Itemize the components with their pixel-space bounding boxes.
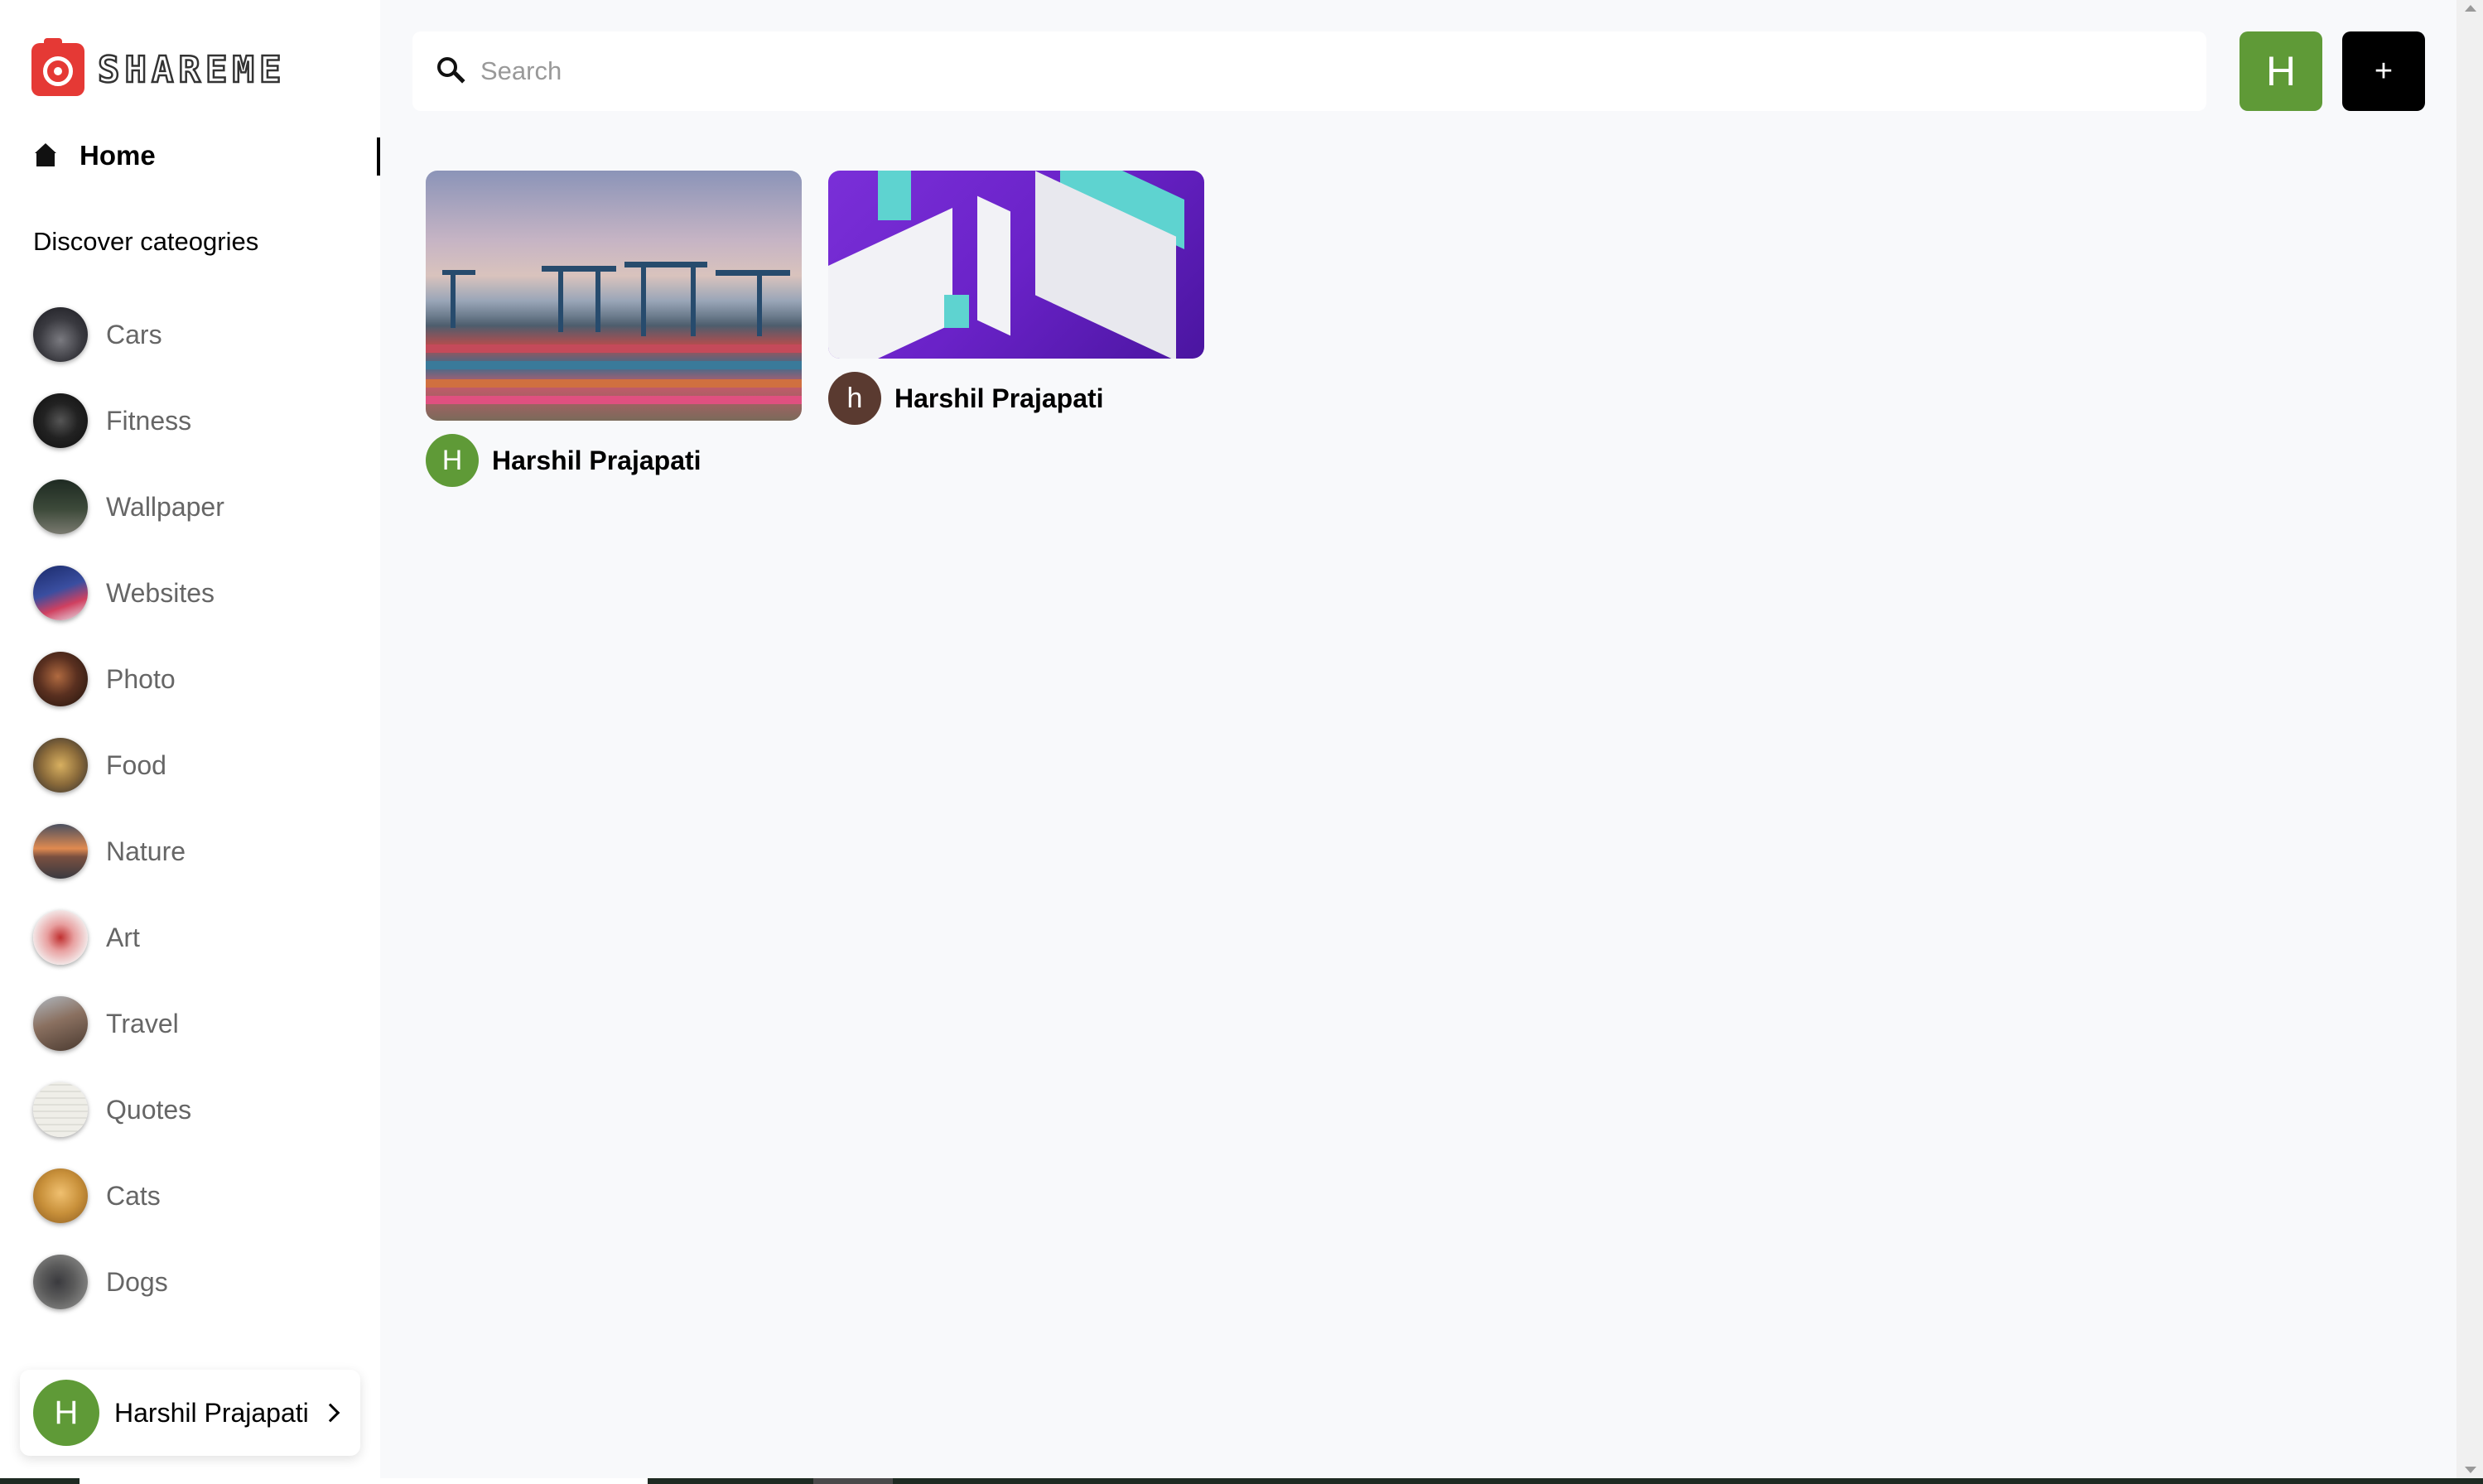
nature-thumbnail-icon (33, 824, 88, 879)
camera-logo-icon (31, 38, 84, 96)
create-pin-button[interactable]: + (2342, 31, 2425, 111)
search-icon (437, 57, 465, 85)
avatar: H (426, 434, 479, 487)
user-name: Harshil Prajapati (114, 1397, 309, 1428)
bottom-strip (0, 1478, 2483, 1484)
pin-card[interactable]: H Harshil Prajapati (426, 171, 802, 487)
author-name: Harshil Prajapati (894, 383, 1104, 413)
logo-text: SHAREME (97, 47, 287, 92)
wallpaper-thumbnail-icon (33, 479, 88, 534)
cars-thumbnail-icon (33, 307, 88, 362)
user-profile-card[interactable]: H Harshil Prajapati (20, 1370, 360, 1456)
shipping-port-photo[interactable] (426, 171, 802, 421)
sidebar-item-home[interactable]: Home (33, 134, 380, 177)
chevron-right-icon (321, 1403, 340, 1423)
sidebar-item-cats[interactable]: Cats (33, 1153, 224, 1239)
scroll-up-arrow-icon[interactable] (2465, 5, 2476, 12)
sidebar-item-websites[interactable]: Websites (33, 550, 224, 636)
home-label: Home (80, 140, 156, 171)
category-label: Art (106, 922, 140, 952)
art-thumbnail-icon (33, 910, 88, 965)
sidebar-item-travel[interactable]: Travel (33, 980, 224, 1067)
category-label: Nature (106, 836, 186, 866)
plus-icon: + (2374, 53, 2394, 89)
category-label: Photo (106, 663, 176, 694)
shareme-logo[interactable]: SHAREME (31, 38, 287, 96)
scroll-down-arrow-icon[interactable] (2465, 1467, 2476, 1473)
avatar-initial: H (54, 1394, 79, 1431)
search-input[interactable] (480, 46, 2206, 96)
sidebar-item-food[interactable]: Food (33, 722, 224, 808)
avatar-initial: H (441, 444, 463, 476)
sidebar: SHAREME Home Discover cateogries Cars Fi… (0, 0, 380, 1478)
sidebar-item-quotes[interactable]: Quotes (33, 1067, 224, 1153)
photo-thumbnail-icon (33, 652, 88, 706)
purple-isometric-illustration[interactable] (828, 171, 1204, 359)
active-indicator (377, 137, 380, 176)
avatar-initial: h (846, 382, 863, 414)
avatar-initial: H (2265, 48, 2297, 94)
category-label: Websites (106, 577, 215, 608)
category-list: Cars Fitness Wallpaper Websites Photo Fo… (33, 292, 224, 1325)
dogs-thumbnail-icon (33, 1255, 88, 1309)
sidebar-item-dogs[interactable]: Dogs (33, 1239, 224, 1325)
sidebar-item-photo[interactable]: Photo (33, 636, 224, 722)
category-label: Food (106, 749, 166, 780)
pin-card[interactable]: h Harshil Prajapati (828, 171, 1204, 425)
websites-thumbnail-icon (33, 566, 88, 620)
avatar: h (828, 372, 881, 425)
category-label: Cats (106, 1180, 161, 1211)
home-icon (33, 143, 58, 168)
discover-heading: Discover cateogries (33, 227, 259, 256)
author-name: Harshil Prajapati (492, 445, 702, 475)
category-label: Wallpaper (106, 491, 224, 522)
food-thumbnail-icon (33, 738, 88, 793)
avatar: H (33, 1380, 99, 1446)
sidebar-item-art[interactable]: Art (33, 894, 224, 980)
profile-avatar-button[interactable]: H (2240, 31, 2322, 111)
fitness-thumbnail-icon (33, 393, 88, 448)
cats-thumbnail-icon (33, 1168, 88, 1223)
category-label: Quotes (106, 1094, 192, 1125)
category-label: Cars (106, 319, 162, 349)
vertical-scrollbar[interactable] (2456, 0, 2483, 1478)
category-label: Fitness (106, 405, 192, 436)
pin-author[interactable]: h Harshil Prajapati (828, 372, 1204, 425)
search-bar (412, 31, 2206, 111)
sidebar-item-wallpaper[interactable]: Wallpaper (33, 464, 224, 550)
sidebar-item-fitness[interactable]: Fitness (33, 378, 224, 464)
category-label: Dogs (106, 1266, 168, 1297)
quotes-thumbnail-icon (33, 1082, 88, 1137)
pin-author[interactable]: H Harshil Prajapati (426, 434, 802, 487)
sidebar-item-cars[interactable]: Cars (33, 292, 224, 378)
sidebar-item-nature[interactable]: Nature (33, 808, 224, 894)
category-label: Travel (106, 1008, 179, 1038)
travel-thumbnail-icon (33, 996, 88, 1051)
